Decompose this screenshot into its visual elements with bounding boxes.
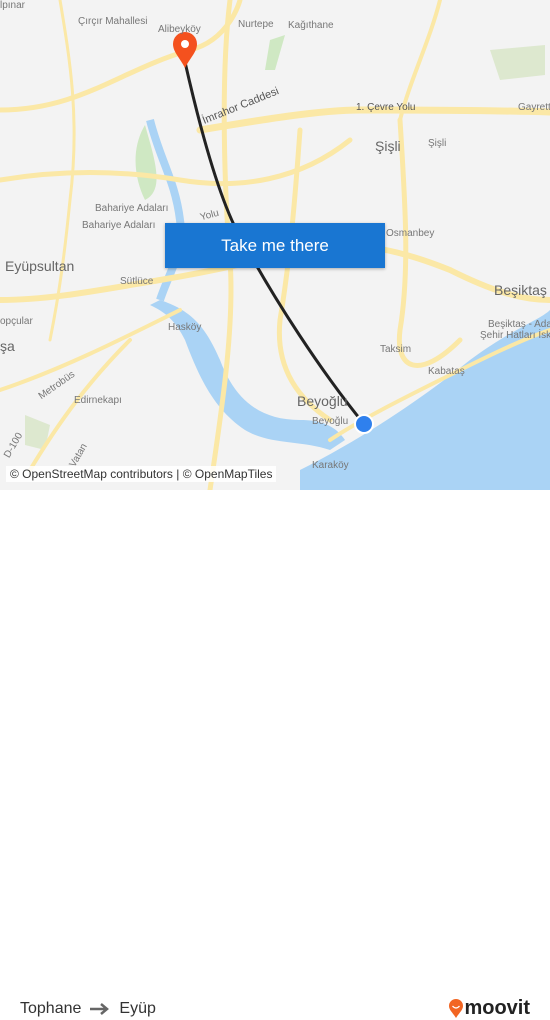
map-label: Beşiktaş [494,282,547,298]
map-label: Beyoğlu [297,393,348,409]
map-label: 1. Çevre Yolu [356,102,416,113]
map-label: Eyüpsultan [5,258,75,274]
map-label: opçular [0,316,33,327]
destination-name: Eyüp [119,1000,156,1017]
map-label: Beşiktaş - Adalar [488,319,550,330]
map-attribution[interactable]: © OpenStreetMap contributors | © OpenMap… [6,466,277,482]
park [265,35,285,70]
map-label: Gayrett [518,102,550,113]
park [490,45,545,80]
map[interactable]: lpınar Çırçır Mahallesi Alibeyköy Nurtep… [0,0,550,490]
map-label: Sütlüce [120,276,154,287]
origin-marker-icon[interactable] [354,414,374,434]
map-label: şa [0,338,15,354]
moovit-logo: moovit [448,997,530,1020]
map-label: Şişli [375,138,401,154]
route-summary: Tophane Eyüp [20,1000,156,1018]
map-label: Kabataş [428,366,465,377]
map-label: Nurtepe [238,19,274,30]
map-label: Osmanbey [386,228,435,239]
footer: Tophane Eyüp moovit [0,490,550,1019]
map-label: Şehir Hatları İske [480,330,550,341]
arrow-right-icon [90,1003,110,1015]
moovit-pin-icon [449,998,464,1018]
map-label: Çırçır Mahallesi [78,16,148,27]
map-label: Taksim [380,344,412,355]
map-label: Karaköy [312,460,349,471]
destination-pin-icon[interactable] [173,32,197,68]
map-label: Edirnekapı [74,395,122,406]
brand-name: moovit [464,997,530,1019]
take-me-there-button[interactable]: Take me there [165,223,385,268]
map-label: Bahariye Adaları [82,220,156,231]
map-label: lpınar [0,0,26,11]
map-label: Bahariye Adaları [95,203,169,214]
origin-name: Tophane [20,1000,82,1017]
map-label: Hasköy [168,322,202,333]
map-label: Alibeyköy [158,24,201,35]
map-label: Şişli [428,138,447,149]
map-label: Beyoğlu [312,416,349,427]
map-label: Kağıthane [288,20,334,31]
